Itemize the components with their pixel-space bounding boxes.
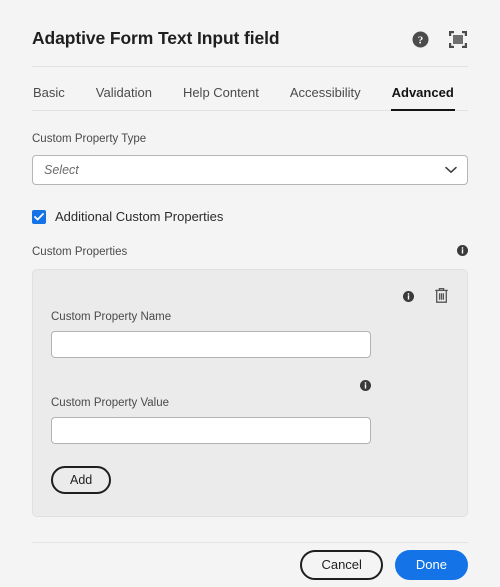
info-icon[interactable] <box>457 243 468 261</box>
custom-property-name-input[interactable] <box>51 331 371 359</box>
tab-bar: Basic Validation Help Content Accessibil… <box>32 66 468 112</box>
trash-icon[interactable] <box>434 287 449 309</box>
tab-accessibility[interactable]: Accessibility <box>289 79 362 111</box>
tab-help-content[interactable]: Help Content <box>182 79 260 111</box>
custom-property-type-label: Custom Property Type <box>32 133 147 146</box>
checkbox-checked-icon <box>32 209 46 224</box>
custom-property-value-input[interactable] <box>51 417 371 445</box>
dialog-body: Custom Property Type Select Additional C… <box>0 111 500 518</box>
custom-properties-header: Custom Properties <box>32 243 468 261</box>
fullscreen-icon[interactable] <box>448 29 468 49</box>
header-actions: ? <box>410 29 468 49</box>
dialog-header: Adaptive Form Text Input field ? <box>0 0 500 49</box>
tab-advanced[interactable]: Advanced <box>390 79 455 112</box>
svg-text:?: ? <box>417 34 423 46</box>
custom-property-name-row-header <box>51 287 449 309</box>
tab-basic[interactable]: Basic <box>32 79 66 111</box>
additional-custom-properties-label: Additional Custom Properties <box>55 209 224 225</box>
additional-custom-properties-checkbox[interactable]: Additional Custom Properties <box>32 209 468 224</box>
info-icon[interactable] <box>403 289 414 307</box>
custom-properties-panel: Custom Property Name Custom Property Val… <box>32 269 468 518</box>
page-title: Adaptive Form Text Input field <box>32 28 280 48</box>
custom-property-value-label: Custom Property Value <box>51 397 170 410</box>
info-icon[interactable] <box>360 378 371 396</box>
custom-property-type-select[interactable]: Select <box>32 155 468 186</box>
add-button[interactable]: Add <box>51 466 112 495</box>
custom-properties-label: Custom Properties <box>32 246 128 259</box>
properties-dialog: Adaptive Form Text Input field ? Basic V… <box>0 0 500 587</box>
help-circle-icon[interactable]: ? <box>410 29 430 49</box>
dialog-footer: Cancel Done <box>0 543 500 587</box>
custom-property-value-row-header <box>51 378 371 392</box>
done-button[interactable]: Done <box>394 549 468 580</box>
tab-validation[interactable]: Validation <box>95 79 153 111</box>
custom-property-type-field: Select <box>32 155 468 186</box>
cancel-button[interactable]: Cancel <box>300 549 383 580</box>
custom-property-name-label: Custom Property Name <box>51 311 172 324</box>
